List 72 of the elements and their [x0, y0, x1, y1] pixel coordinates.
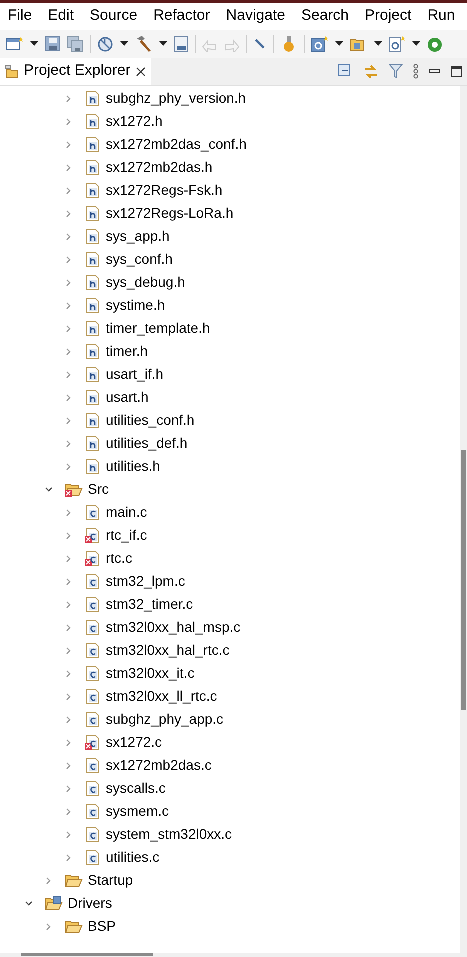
tree-item[interactable]: rtc.c: [106, 548, 132, 569]
caret-icon[interactable]: [412, 41, 421, 47]
tree-item[interactable]: Drivers: [68, 893, 112, 914]
binary-file-icon[interactable]: [174, 36, 189, 52]
chevron-down-icon[interactable]: [44, 484, 54, 494]
tree-item[interactable]: utilities_def.h: [106, 433, 188, 454]
tree-item[interactable]: syscalls.c: [106, 778, 166, 799]
folder-icon: [4, 64, 20, 80]
filter-icon[interactable]: [389, 64, 403, 79]
tree-item[interactable]: systime.h: [106, 295, 166, 316]
menu-item[interactable]: File: [0, 5, 40, 28]
horizontal-scrollbar[interactable]: [0, 953, 460, 957]
menu-item[interactable]: Source: [82, 5, 146, 28]
tree-item[interactable]: stm32l0xx_hal_rtc.c: [106, 640, 230, 661]
tree-item[interactable]: utilities_conf.h: [106, 410, 195, 431]
tree-item[interactable]: sysmem.c: [106, 801, 169, 822]
tree-item[interactable]: subghz_phy_version.h: [106, 88, 246, 109]
maximize-icon[interactable]: [451, 66, 463, 78]
tree-item[interactable]: stm32l0xx_ll_rtc.c: [106, 686, 218, 707]
caret-icon[interactable]: [30, 41, 39, 47]
menu-item[interactable]: Search: [293, 5, 357, 28]
caret-icon[interactable]: [159, 41, 168, 47]
tree-item[interactable]: main.c: [106, 502, 148, 523]
tree-item[interactable]: stm32_timer.c: [106, 594, 194, 615]
save-icon[interactable]: [45, 36, 61, 52]
menu-item[interactable]: Run: [420, 5, 464, 28]
close-icon[interactable]: [134, 66, 147, 78]
collapse-all-icon[interactable]: [338, 64, 353, 79]
tree-item[interactable]: sx1272mb2das.c: [106, 755, 212, 776]
tree-item[interactable]: utilities.c: [106, 847, 160, 868]
new-window-icon[interactable]: [6, 36, 24, 52]
tree-item[interactable]: sx1272.h: [106, 111, 163, 132]
tree-item[interactable]: sx1272mb2das_conf.h: [106, 134, 247, 155]
tree-item[interactable]: BSP: [88, 916, 116, 937]
tree-item[interactable]: Src: [88, 479, 109, 500]
tree-item[interactable]: usart.h: [106, 387, 149, 408]
chevron-down-icon[interactable]: [24, 898, 34, 908]
hammer-icon[interactable]: [135, 35, 153, 53]
tree-item[interactable]: stm32l0xx_it.c: [106, 663, 195, 684]
tree-item[interactable]: utilities.h: [106, 456, 160, 477]
caret-icon[interactable]: [120, 41, 129, 47]
tree-item[interactable]: system_stm32l0xx.c: [106, 824, 232, 845]
tree-item[interactable]: rtc_if.c: [106, 525, 148, 546]
tree-item[interactable]: timer.h: [106, 341, 148, 362]
caret-icon[interactable]: [335, 41, 344, 47]
run-icon[interactable]: [427, 36, 444, 52]
tree-item[interactable]: sx1272.c: [106, 732, 162, 753]
tree-item[interactable]: sys_debug.h: [106, 272, 186, 293]
new-class-icon[interactable]: [311, 36, 329, 52]
view-title: Project Explorer: [24, 61, 131, 82]
menu-item[interactable]: Project: [357, 5, 420, 28]
tree-item[interactable]: sx1272Regs-Fsk.h: [106, 180, 223, 201]
tree-item[interactable]: stm32l0xx_hal_msp.c: [106, 617, 241, 638]
menu-item[interactable]: Edit: [40, 5, 82, 28]
tree-item[interactable]: sys_conf.h: [106, 249, 173, 270]
tree-item[interactable]: usart_if.h: [106, 364, 164, 385]
tree-item[interactable]: timer_template.h: [106, 318, 210, 339]
tree-item[interactable]: sx1272mb2das.h: [106, 157, 213, 178]
save-all-icon[interactable]: [67, 36, 84, 52]
tree-item[interactable]: sx1272Regs-LoRa.h: [106, 203, 234, 224]
link-arrows-icon[interactable]: [363, 64, 379, 80]
tree-item[interactable]: stm32_lpm.c: [106, 571, 186, 592]
caret-icon[interactable]: [374, 41, 383, 47]
view-menu-icon[interactable]: [413, 64, 419, 79]
tree-item[interactable]: subghz_phy_app.c: [106, 709, 224, 730]
tree-item[interactable]: sys_app.h: [106, 226, 170, 247]
menu-item[interactable]: Navigate: [218, 5, 294, 28]
tree-item[interactable]: Startup: [88, 870, 134, 891]
view-tab[interactable]: Project Explorer: [0, 58, 151, 85]
menu-item[interactable]: Refactor: [146, 5, 218, 28]
vertical-scrollbar[interactable]: [460, 86, 467, 957]
new-file-icon[interactable]: [389, 36, 406, 52]
